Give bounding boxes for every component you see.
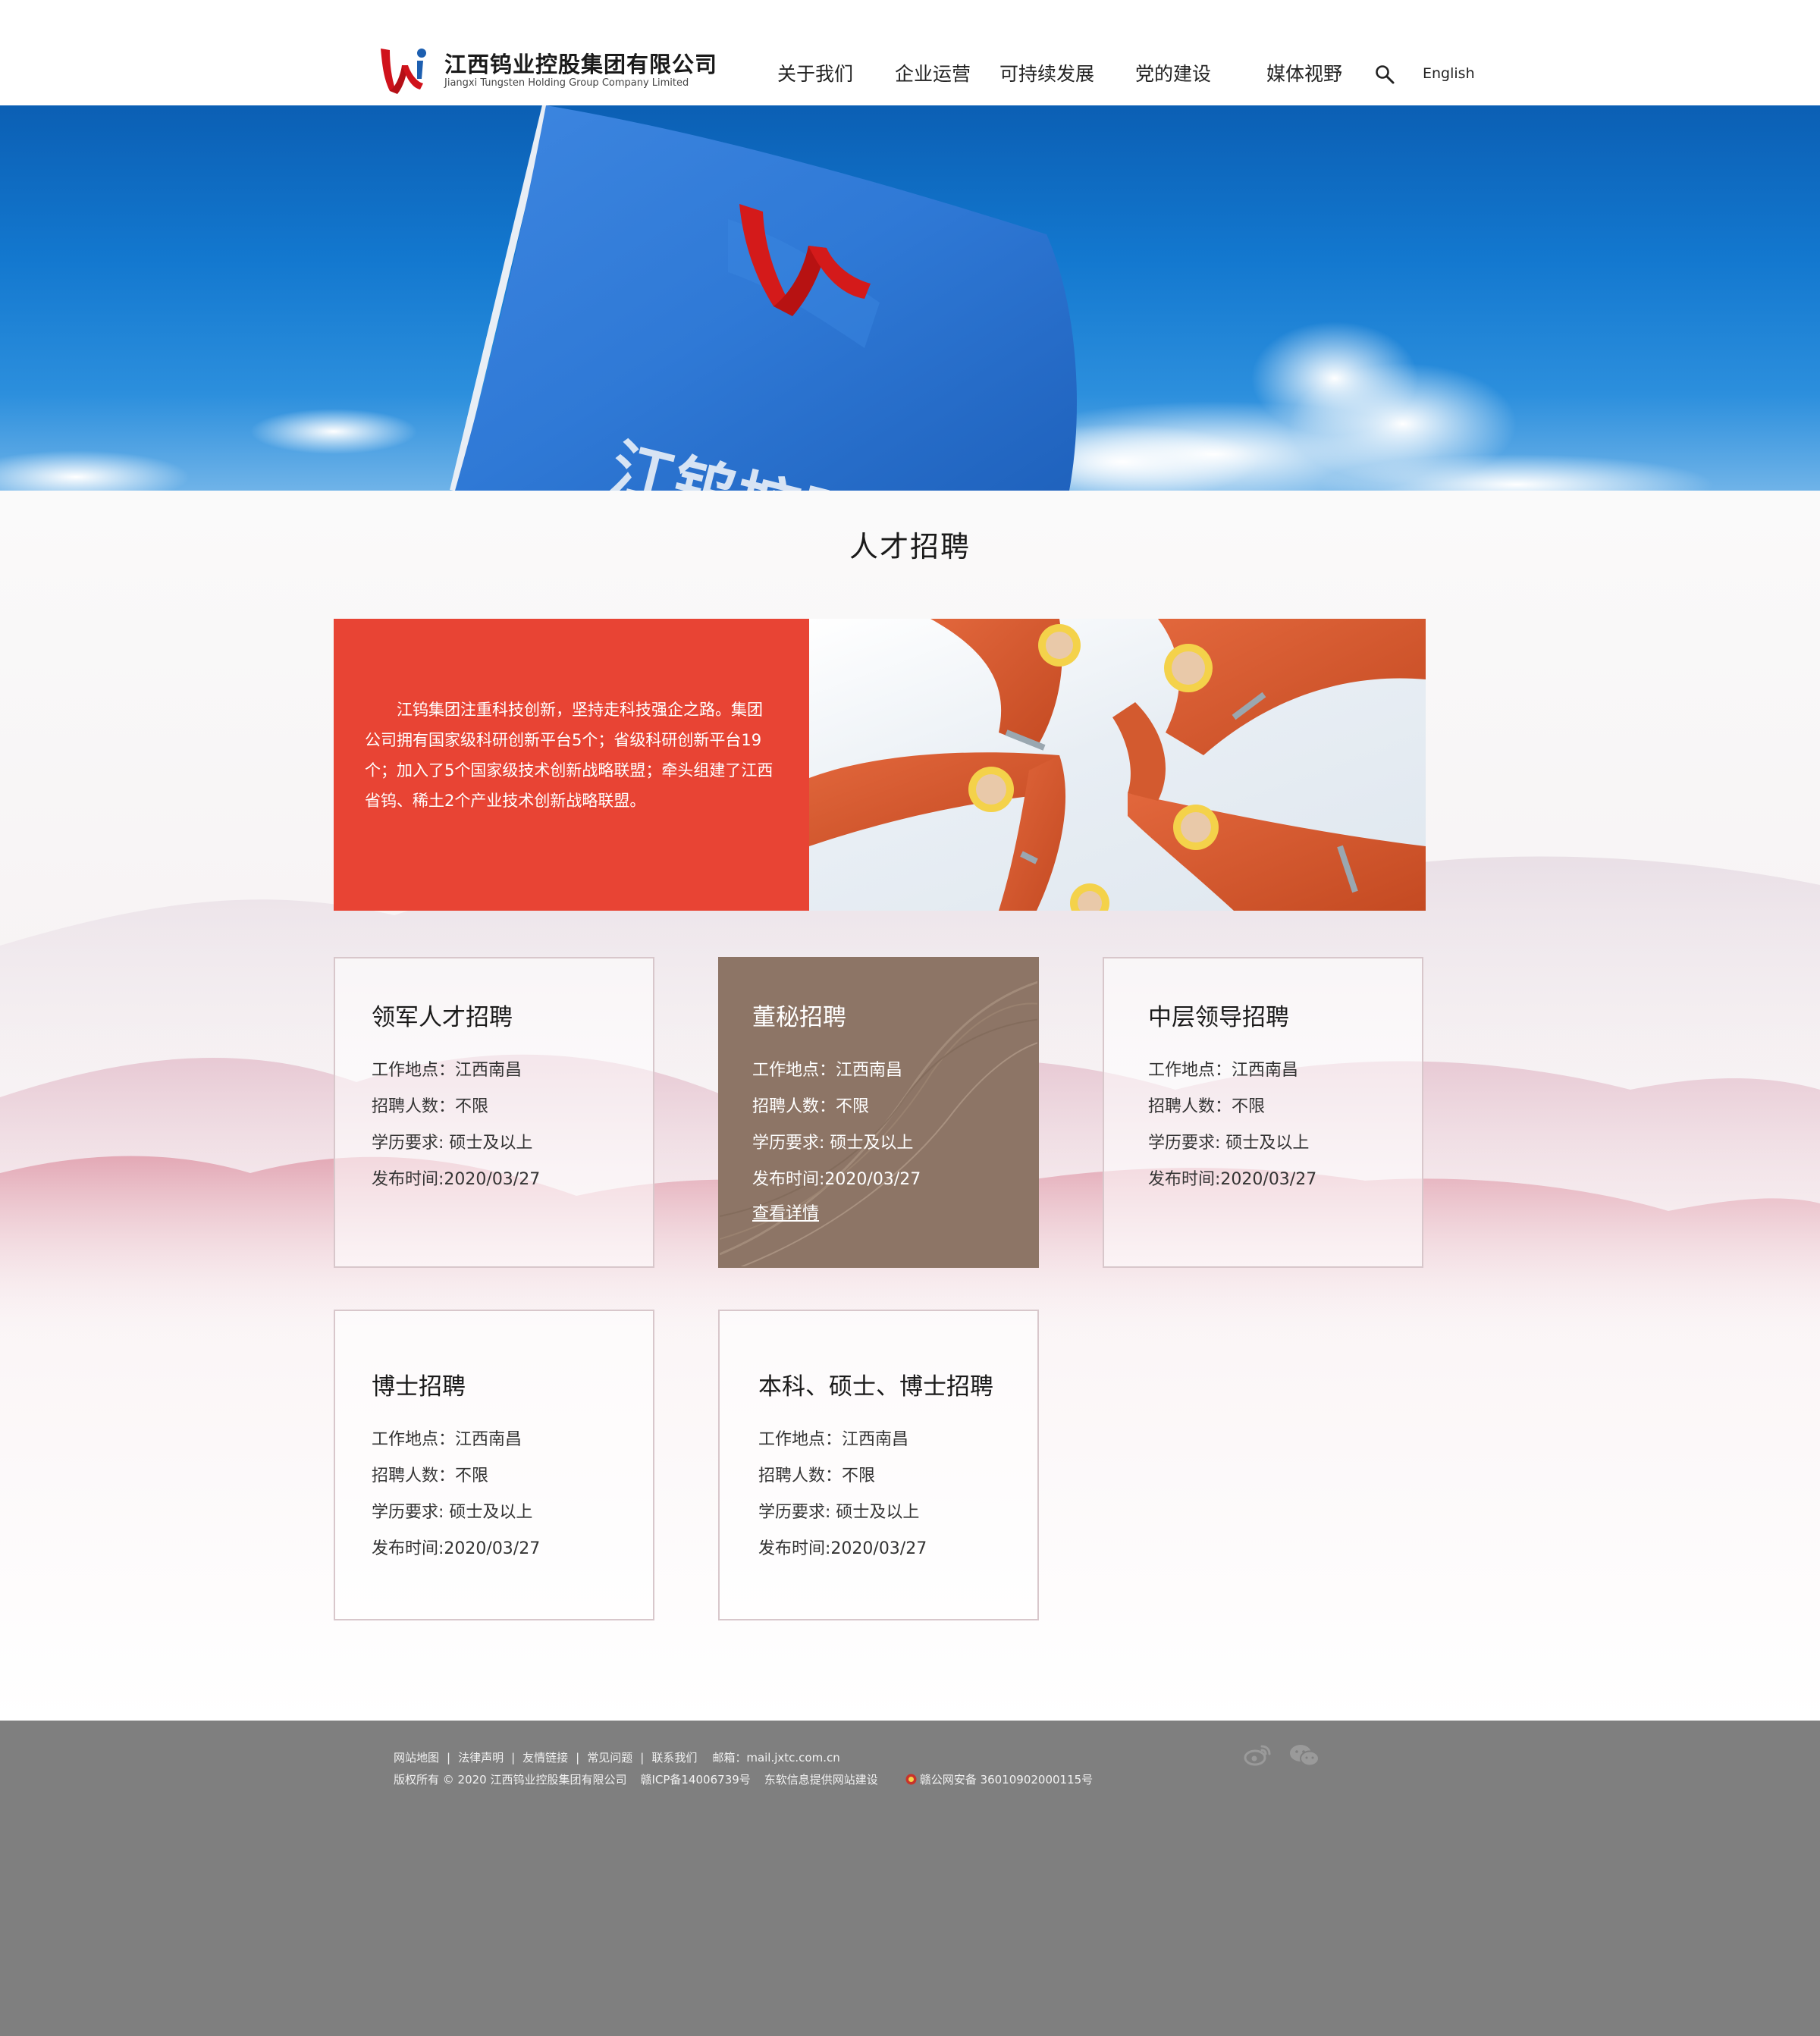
- site-header: 江西钨业控股集团有限公司 Jiangxi Tungsten Holding Gr…: [0, 0, 1820, 105]
- job-card-count: 招聘人数：不限: [372, 1467, 489, 1485]
- job-card-location: 工作地点：江西南昌: [372, 1061, 522, 1080]
- job-card-board-secretary[interactable]: 董秘招聘 工作地点：江西南昌 招聘人数：不限 学历要求: 硕士及以上 发布时间:…: [718, 957, 1039, 1268]
- job-card-education: 学历要求: 硕士及以上: [1148, 1134, 1310, 1153]
- workers-photo: [809, 619, 1426, 911]
- job-card-date: 发布时间:2020/03/27: [372, 1170, 541, 1189]
- workers-illustration: [809, 619, 1426, 911]
- footer-link-faq[interactable]: 常见问题: [587, 1751, 632, 1765]
- job-card-education: 学历要求: 硕士及以上: [372, 1503, 533, 1522]
- job-card-date: 发布时间:2020/03/27: [372, 1539, 541, 1558]
- job-card-location: 工作地点：江西南昌: [372, 1430, 522, 1449]
- footer-link-contact[interactable]: 联系我们: [651, 1751, 697, 1765]
- main-nav: 关于我们 企业运营 可持续发展 党的建设 媒体视野: [0, 59, 1820, 89]
- weibo-icon[interactable]: [1244, 1743, 1271, 1766]
- job-card-location: 工作地点：江西南昌: [1148, 1061, 1299, 1080]
- footer-copyright: 版权所有 © 2020 江西钨业控股集团有限公司: [394, 1773, 627, 1787]
- police-badge-icon: [905, 1774, 917, 1785]
- nav-item-operations[interactable]: 企业运营: [895, 59, 971, 86]
- job-card-title: 领军人才招聘: [372, 1004, 513, 1031]
- footer-link-legal[interactable]: 法律声明: [458, 1751, 504, 1765]
- nav-item-about[interactable]: 关于我们: [777, 59, 853, 86]
- footer-builder: 东软信息提供网站建设: [764, 1773, 878, 1787]
- job-card-date: 发布时间:2020/03/27: [752, 1170, 921, 1189]
- job-card-location: 工作地点：江西南昌: [752, 1061, 903, 1080]
- footer-links: 网站地图 | 法律声明 | 友情链接 | 常见问题 | 联系我们 邮箱：mail.jxtc.com…: [394, 1751, 840, 1765]
- job-card-count: 招聘人数：不限: [752, 1097, 870, 1116]
- job-card-count: 招聘人数：不限: [1148, 1097, 1266, 1116]
- job-card-date: 发布时间:2020/03/27: [1148, 1170, 1317, 1189]
- job-card-education: 学历要求: 硕士及以上: [372, 1134, 533, 1153]
- search-icon[interactable]: [1374, 64, 1395, 85]
- job-card-title: 董秘招聘: [752, 1004, 846, 1031]
- job-card-graduate[interactable]: 本科、硕士、博士招聘 工作地点：江西南昌 招聘人数：不限 学历要求: 硕士及以上…: [718, 1310, 1039, 1620]
- page-title: 人才招聘: [849, 530, 971, 563]
- job-card-location: 工作地点：江西南昌: [758, 1430, 909, 1449]
- job-card-count: 招聘人数：不限: [758, 1467, 876, 1485]
- job-card-title: 博士招聘: [372, 1373, 466, 1401]
- nav-item-media[interactable]: 媒体视野: [1266, 59, 1342, 86]
- job-card-middle-management[interactable]: 中层领导招聘 工作地点：江西南昌 招聘人数：不限 学历要求: 硕士及以上 发布时…: [1103, 957, 1423, 1268]
- intro-text-panel: 江钨集团注重科技创新，坚持走科技强企之路。集团公司拥有国家级科研创新平台5个；省…: [334, 619, 809, 911]
- job-card-education: 学历要求: 硕士及以上: [758, 1503, 920, 1522]
- footer-link-friends[interactable]: 友情链接: [522, 1751, 568, 1765]
- nav-item-party[interactable]: 党的建设: [1135, 59, 1211, 86]
- job-card-title: 本科、硕士、博士招聘: [758, 1373, 993, 1401]
- job-card-doctoral[interactable]: 博士招聘 工作地点：江西南昌 招聘人数：不限 学历要求: 硕士及以上 发布时间:…: [334, 1310, 654, 1620]
- job-card-count: 招聘人数：不限: [372, 1097, 489, 1116]
- footer-email: 邮箱：mail.jxtc.com.cn: [712, 1751, 840, 1765]
- job-card-education: 学历要求: 硕士及以上: [752, 1134, 914, 1153]
- footer-copyright-line: 版权所有 © 2020 江西钨业控股集团有限公司 赣ICP备14006739号 东软…: [394, 1771, 1093, 1787]
- hero-flag-image: 江钨控股集团: [0, 105, 1714, 491]
- job-card-leading-talent[interactable]: 领军人才招聘 工作地点：江西南昌 招聘人数：不限 学历要求: 硕士及以上 发布时…: [334, 957, 654, 1268]
- nav-item-sustainability[interactable]: 可持续发展: [999, 59, 1094, 86]
- view-details-link[interactable]: 查看详情: [752, 1200, 819, 1224]
- footer-link-sitemap[interactable]: 网站地图: [394, 1751, 439, 1765]
- job-card-date: 发布时间:2020/03/27: [758, 1539, 927, 1558]
- language-switch[interactable]: English: [1423, 65, 1475, 82]
- wechat-icon[interactable]: [1289, 1743, 1320, 1768]
- footer-icp[interactable]: 赣ICP备14006739号: [640, 1773, 750, 1787]
- site-footer: 网站地图 | 法律声明 | 友情链接 | 常见问题 | 联系我们 邮箱：mail.jxtc.com…: [0, 1721, 1820, 2036]
- intro-text: 江钨集团注重科技创新，坚持走科技强企之路。集团公司拥有国家级科研创新平台5个；省…: [365, 701, 774, 810]
- hero-banner: 江钨控股集团: [0, 105, 1820, 491]
- footer-police-record[interactable]: 赣公网安备 36010902000115号: [920, 1773, 1093, 1787]
- job-card-title: 中层领导招聘: [1148, 1004, 1289, 1031]
- intro-banner: 江钨集团注重科技创新，坚持走科技强企之路。集团公司拥有国家级科研创新平台5个；省…: [334, 619, 1426, 911]
